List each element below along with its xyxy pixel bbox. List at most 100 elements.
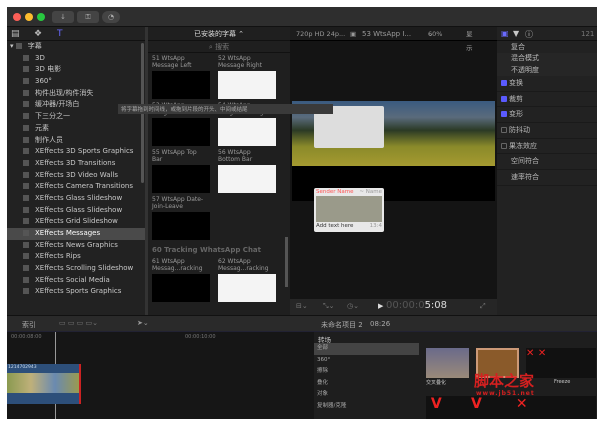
title-thumbnail (152, 274, 210, 302)
transition-category[interactable]: 复制器/克隆 (314, 401, 419, 413)
zoom-button[interactable] (37, 13, 45, 21)
index-button[interactable]: 索引 (22, 320, 36, 330)
title-thumbnail (218, 118, 276, 146)
title-item[interactable]: 51 WtsApp Message Left (152, 55, 210, 101)
sidebar-item[interactable]: XEffects Scrolling Slideshow (7, 263, 145, 275)
title-thumbnail (152, 71, 210, 99)
title-thumbnail (218, 165, 276, 193)
sidebar-item[interactable]: XEffects 3D Video Walls (7, 170, 145, 182)
sidebar-item[interactable]: XEffects Grid Slideshow (7, 216, 145, 228)
title-icon (23, 183, 29, 190)
inspector-row[interactable]: 裁剪 (497, 92, 597, 108)
sidebar-item[interactable]: XEffects 3D Sports Graphics (7, 146, 145, 158)
speed-icon[interactable]: ◷⌄ (347, 302, 359, 310)
timeline-clip[interactable]: 1214702943 (7, 364, 81, 404)
sidebar-item[interactable]: XEffects Social Media (7, 275, 145, 287)
fullscreen-icon[interactable]: ⤢ (480, 302, 486, 311)
keyword-button[interactable]: ⚿ (77, 11, 99, 23)
sidebar-item[interactable]: XEffects News Graphics (7, 240, 145, 252)
sidebar-item[interactable]: XEffects Sports Graphics (7, 286, 145, 298)
zoom-dropdown[interactable]: 60% ⌄ (428, 27, 442, 41)
inspector-row[interactable]: 变换 (497, 76, 597, 92)
title-item[interactable]: 56 WtsApp Bottom Bar (218, 149, 276, 195)
title-icon (23, 253, 29, 260)
checkbox[interactable] (501, 80, 507, 86)
sidebar-item[interactable]: 构件出现/构件消失 (7, 88, 145, 100)
sidebar-item[interactable]: 制作人员 (7, 135, 145, 147)
sidebar-item[interactable]: XEffects Rips (7, 251, 145, 263)
transition-thumb[interactable] (426, 348, 469, 378)
timeline[interactable]: 00:00:08:00 00:00:10:00 1214702943 (7, 332, 314, 419)
blend-mode[interactable]: 混合模式 (497, 53, 597, 65)
transition-category[interactable]: 擦除 (314, 366, 419, 378)
checkbox[interactable] (501, 111, 507, 118)
inspector: ▣ ▼ ⓘ 121 复合 混合模式 不透明度 变换 裁剪 变形 防抖动 果冻效应 空间符… (497, 27, 597, 315)
opacity[interactable]: 不透明度 (497, 64, 597, 76)
project-duration: 08:26 (370, 320, 391, 328)
library-icon[interactable]: ▤ (11, 29, 20, 39)
title-item[interactable]: 55 WtsApp Top Bar (152, 149, 210, 195)
inspector-row[interactable]: 防抖动 (497, 123, 597, 139)
transition-thumb[interactable]: ✕ ✕ (526, 348, 596, 378)
transition-category[interactable]: 叠化 (314, 378, 419, 390)
sidebar-root[interactable]: ▾ 字幕 (7, 41, 145, 53)
sidebar-item-label: 3D (35, 53, 45, 62)
title-item[interactable]: 57 WtsApp Date- Join-Leave (152, 196, 210, 242)
select-tool-icon[interactable]: ➤⌄ (137, 319, 149, 327)
transitions-browser: 转场 全部 360° 擦除 叠化 对象 复制器/克隆 交叉叠化 ✕ ✕ Freeze V … (314, 332, 597, 419)
browser-scrollbar[interactable] (285, 237, 288, 287)
sidebar-item[interactable]: 3D 电影 (7, 64, 145, 76)
transition-category[interactable]: 全部 (314, 343, 419, 355)
title-icon (23, 265, 29, 272)
search-input[interactable]: ⌕ 搜索 (148, 42, 290, 53)
sidebar-item[interactable]: 3D (7, 53, 145, 65)
info-icon[interactable]: ⓘ (525, 29, 533, 40)
sidebar-item-label: XEffects Social Media (35, 275, 110, 284)
spatial-conform[interactable]: 空间符合 (497, 154, 597, 171)
transition-category[interactable]: 对象 (314, 389, 419, 401)
clip-icon: ▣ (350, 30, 357, 38)
sidebar-item[interactable]: XEffects Messages (7, 228, 145, 240)
browser-title[interactable]: 已安装的字幕 ⌃ (148, 27, 290, 41)
title-icon (23, 159, 29, 166)
edit-buttons[interactable]: ▭ ▭ ▭ ▭⌄ (59, 319, 98, 327)
transition-label: Freeze (554, 379, 571, 385)
import-button[interactable]: ↓ (52, 11, 74, 23)
display-dropdown[interactable]: 显示 ⌄ (466, 27, 473, 52)
transition-thumbs-row[interactable]: V V ✕ (426, 396, 596, 419)
transform-tool-icon[interactable]: ⤡⌄ (323, 302, 334, 311)
sidebar-item[interactable]: XEffects Camera Transitions (7, 181, 145, 193)
sidebar-item[interactable]: XEffects 3D Transitions (7, 158, 145, 170)
transition-category[interactable]: 360° (314, 355, 419, 367)
title-item[interactable]: 61 WtsApp Messag...racking (152, 258, 210, 304)
checkbox[interactable] (501, 127, 507, 134)
inspector-row[interactable]: 果冻效应 (497, 139, 597, 155)
title-bar: ↓ ⚿ ◔ (7, 7, 597, 27)
checkbox[interactable] (501, 142, 507, 149)
ruler-time: 00:00:08:00 (11, 334, 42, 340)
video-inspector-icon[interactable]: ▣ (501, 29, 509, 38)
title-thumbnail (218, 274, 276, 302)
checkbox[interactable] (501, 95, 507, 102)
sidebar-item-label: XEffects Messages (35, 229, 101, 237)
inspector-row[interactable]: 变形 (497, 107, 597, 124)
rate-conform[interactable]: 速率符合 (497, 170, 597, 186)
view-options-icon[interactable]: ⊟⌄ (296, 302, 308, 310)
filter-icon[interactable]: ▼ (513, 29, 519, 38)
photos-icon[interactable]: ❖ (34, 29, 42, 39)
title-thumbnail (152, 212, 210, 240)
sidebar-item[interactable]: XEffects Glass Slideshow (7, 193, 145, 205)
titles-icon[interactable]: T (57, 29, 63, 39)
title-item[interactable]: 62 WtsApp Messag...racking (218, 258, 276, 304)
sidebar-item-label: 360° (35, 77, 52, 86)
watermark-url: www.jb51.net (476, 390, 535, 397)
background-tasks-button[interactable]: ◔ (102, 11, 120, 23)
title-item[interactable]: 52 WtsApp Message Right (218, 55, 276, 101)
close-button[interactable] (13, 13, 21, 21)
minimize-button[interactable] (25, 13, 33, 21)
sidebar-item[interactable]: 360° (7, 76, 145, 88)
sidebar-item[interactable]: 元素 (7, 123, 145, 135)
play-button[interactable]: ▶ (378, 302, 383, 310)
sidebar-item[interactable]: XEffects Glass Slideshow (7, 205, 145, 217)
title-icon (23, 230, 29, 236)
